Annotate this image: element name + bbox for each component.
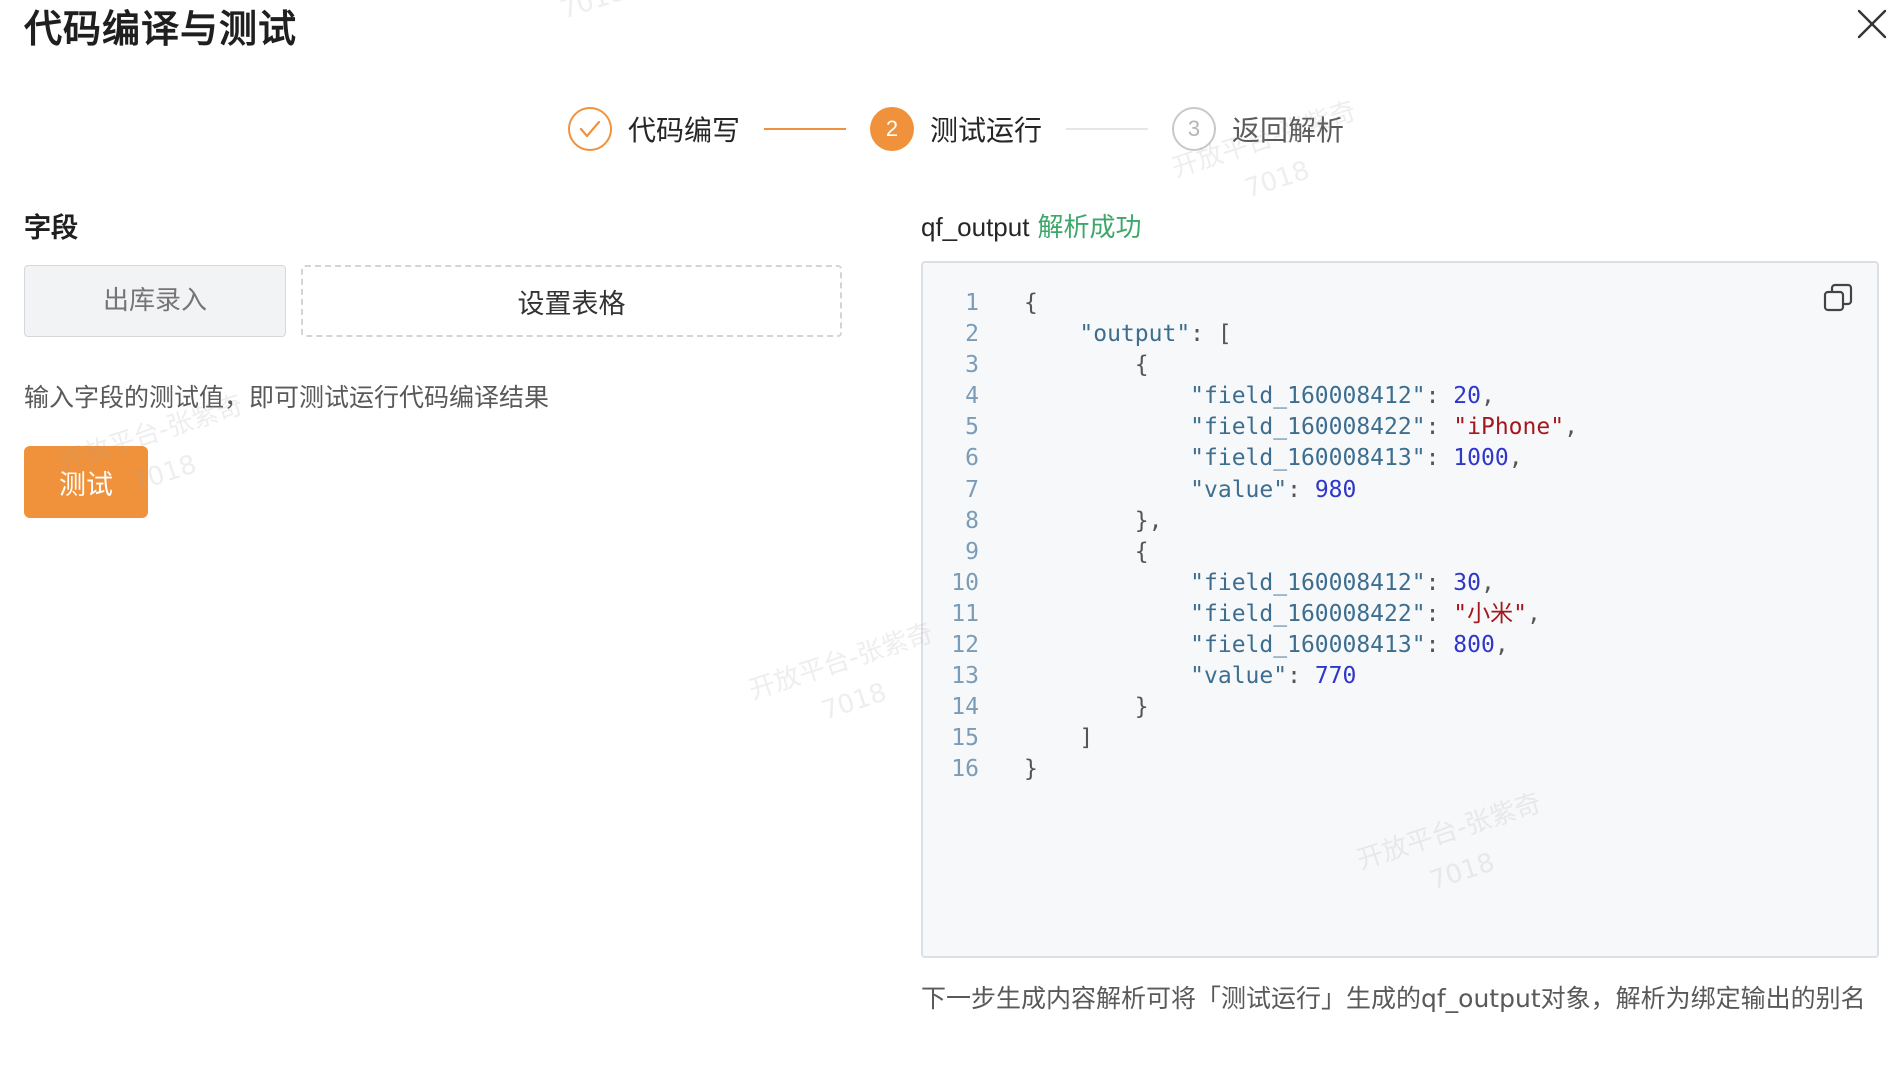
steps-indicator: 代码编写 2 测试运行 3 返回解析 — [568, 104, 1344, 154]
code-line: 6 "field_160008413": 1000, — [923, 443, 1877, 474]
step-connector — [764, 128, 847, 130]
code-viewer[interactable]: 1{2 "output": [3 {4 "field_160008412": 2… — [921, 261, 1879, 958]
code-line: 9 { — [923, 537, 1877, 568]
footer-note: 下一步生成内容解析可将「测试运行」生成的qf_output对象，解析为绑定输出的… — [921, 984, 1866, 1013]
line-number: 16 — [951, 756, 979, 783]
code-line: 15 ] — [923, 723, 1877, 754]
line-number: 5 — [965, 414, 979, 441]
code-text: "value": 980 — [1190, 476, 1357, 503]
step-number-circle: 2 — [870, 107, 915, 151]
step-label: 返回解析 — [1232, 114, 1345, 147]
output-name: qf_output — [921, 212, 1030, 242]
code-text: ] — [1079, 725, 1094, 752]
step-test-run[interactable]: 2 测试运行 — [870, 107, 1042, 151]
code-text: { — [1134, 352, 1149, 379]
line-number: 3 — [965, 352, 979, 379]
dialog-title: 代码编译与测试 — [24, 7, 298, 51]
code-line: 7 "value": 980 — [923, 475, 1877, 506]
step-connector — [1066, 128, 1149, 130]
code-line: 5 "field_160008422": "iPhone", — [923, 412, 1877, 443]
step-number-circle: 3 — [1172, 107, 1217, 151]
field-section-label: 字段 — [24, 213, 78, 244]
set-table-button[interactable]: 设置表格 — [301, 265, 842, 337]
code-text: "value": 770 — [1190, 663, 1357, 690]
code-text: "field_160008413": 1000, — [1190, 445, 1523, 472]
code-text: } — [1024, 756, 1038, 783]
code-line: 4 "field_160008412": 20, — [923, 381, 1877, 412]
parse-status: 解析成功 — [1037, 213, 1142, 243]
code-line: 1{ — [923, 288, 1877, 319]
code-text: "field_160008422": "小米", — [1190, 600, 1541, 627]
line-number: 7 — [965, 476, 979, 503]
code-line: 14 } — [923, 692, 1877, 723]
step-return-parse[interactable]: 3 返回解析 — [1172, 107, 1344, 151]
test-button[interactable]: 测试 — [24, 446, 148, 518]
field-test-input[interactable] — [24, 265, 286, 337]
hint-text: 输入字段的测试值，即可测试运行代码编译结果 — [24, 383, 550, 412]
code-text: { — [1134, 538, 1149, 565]
line-number: 2 — [965, 321, 979, 348]
code-line: 10 "field_160008412": 30, — [923, 568, 1877, 599]
code-line: 13 "value": 770 — [923, 661, 1877, 692]
code-lines: 1{2 "output": [3 {4 "field_160008412": 2… — [923, 288, 1877, 786]
line-number: 6 — [965, 445, 979, 472]
code-line: 11 "field_160008422": "小米", — [923, 599, 1877, 630]
line-number: 13 — [951, 663, 979, 690]
line-number: 9 — [965, 538, 979, 565]
step-done-circle — [568, 107, 612, 151]
code-line: 3 { — [923, 350, 1877, 381]
step-label: 代码编写 — [628, 114, 741, 147]
code-line: 8 }, — [923, 506, 1877, 537]
code-text: "field_160008412": 20, — [1190, 383, 1495, 410]
code-text: { — [1024, 290, 1038, 316]
step-label: 测试运行 — [930, 114, 1043, 147]
code-text: "field_160008412": 30, — [1190, 569, 1495, 596]
close-button[interactable] — [1854, 6, 1890, 42]
check-icon — [579, 120, 601, 138]
line-number: 8 — [965, 507, 979, 534]
code-line: 16} — [923, 754, 1877, 785]
output-title: qf_output 解析成功 — [921, 207, 1141, 244]
line-number: 4 — [965, 383, 979, 410]
code-text: "field_160008422": "iPhone", — [1190, 414, 1578, 441]
step-code-write[interactable]: 代码编写 — [568, 107, 740, 151]
line-number: 1 — [965, 290, 979, 316]
watermark: 7018 — [556, 0, 630, 26]
line-number: 12 — [951, 632, 979, 659]
code-text: }, — [1134, 507, 1163, 534]
line-number: 10 — [951, 569, 979, 596]
code-line: 2 "output": [ — [923, 319, 1877, 350]
code-text: "field_160008413": 800, — [1190, 632, 1509, 659]
line-number: 14 — [951, 694, 979, 721]
code-line: 12 "field_160008413": 800, — [923, 630, 1877, 661]
close-icon — [1857, 9, 1887, 39]
line-number: 15 — [951, 725, 979, 752]
code-text: "output": [ — [1079, 321, 1232, 348]
line-number: 11 — [951, 600, 979, 627]
code-text: } — [1134, 694, 1149, 721]
